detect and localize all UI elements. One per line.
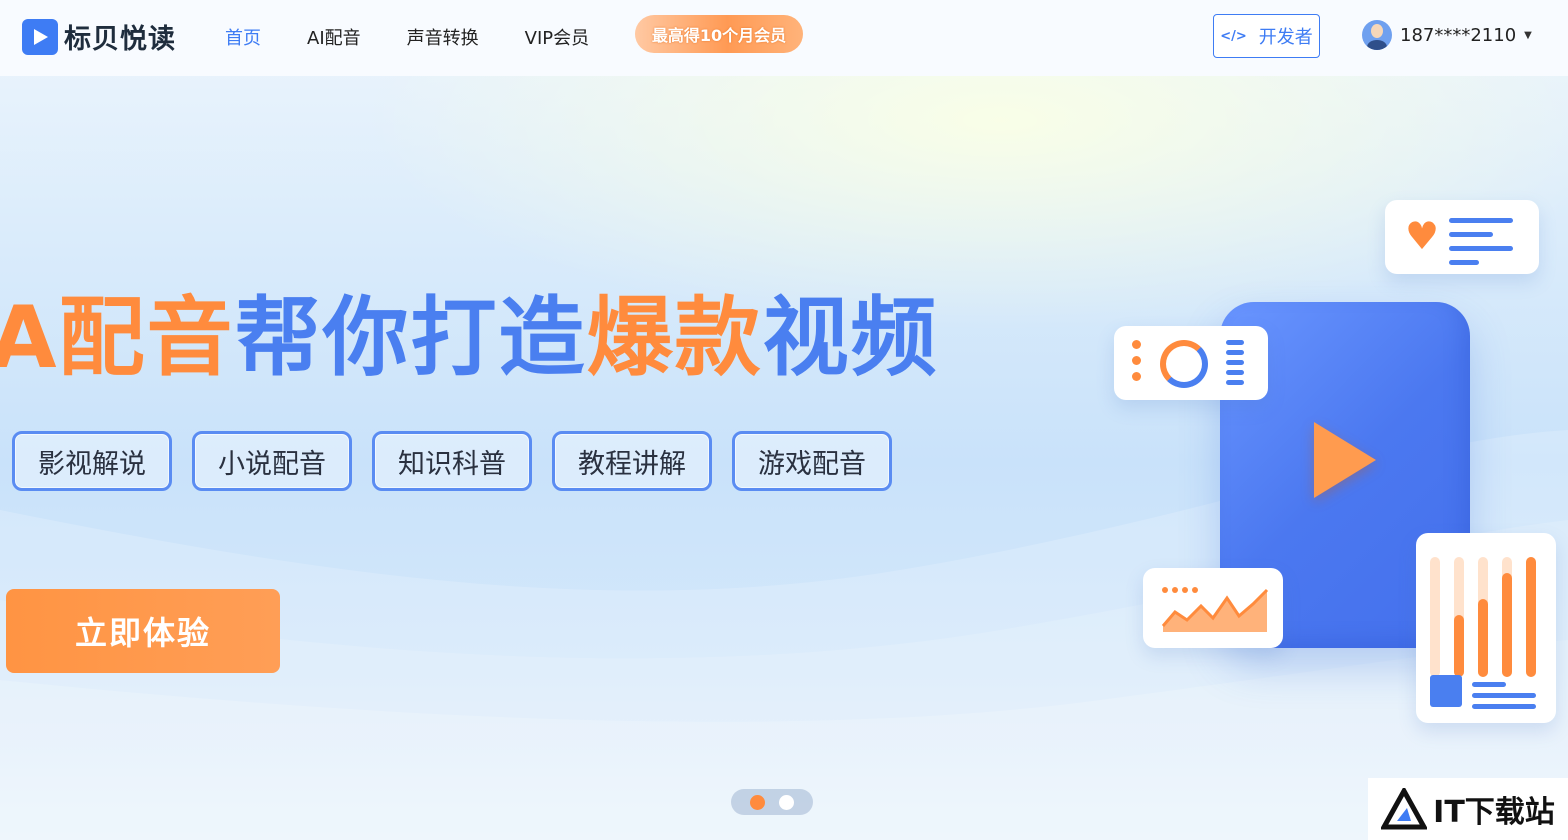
promo-badge[interactable]: 最高得10个月会员 [635, 15, 803, 53]
main-nav: 首页 AI配音 声音转换 VIP会员 [225, 24, 635, 50]
tag-novel-dubbing[interactable]: 小说配音 [192, 431, 352, 491]
ring-card [1114, 326, 1268, 400]
text-lines-icon [1449, 218, 1513, 274]
bar-icon [1454, 557, 1464, 677]
carousel-dot-active[interactable] [750, 795, 765, 810]
watermark: IT下载站 [1368, 778, 1568, 840]
headline-part: 爆款 [586, 288, 763, 388]
try-now-button[interactable]: 立即体验 [6, 589, 280, 673]
user-menu[interactable]: 187****2110 ▼ [1362, 20, 1532, 50]
headline-part: 视频 [762, 288, 939, 388]
hero-banner: A配音帮你打造爆款视频 影视解说 小说配音 知识科普 教程讲解 游戏配音 立即体… [0, 0, 1568, 840]
developer-button[interactable]: </> 开发者 [1213, 14, 1320, 58]
brand-logo[interactable]: 标贝悦读 [22, 17, 176, 56]
tag-game-dubbing[interactable]: 游戏配音 [732, 431, 892, 491]
carousel-indicator [731, 789, 813, 815]
square-icon [1430, 675, 1462, 707]
watermark-text: IT下载站 [1433, 795, 1555, 830]
hero-headline: A配音帮你打造爆款视频 [0, 288, 939, 388]
play-icon [1314, 422, 1376, 498]
nav-ai-dubbing[interactable]: AI配音 [307, 24, 361, 50]
carousel-dot[interactable] [779, 795, 794, 810]
bar-icon [1502, 557, 1512, 677]
dots-icon [1132, 340, 1141, 388]
tag-knowledge[interactable]: 知识科普 [372, 431, 532, 491]
tag-tutorial[interactable]: 教程讲解 [552, 431, 712, 491]
caret-down-icon: ▼ [1524, 29, 1532, 41]
code-icon: </> [1220, 28, 1247, 44]
user-phone: 187****2110 [1400, 24, 1517, 46]
watermark-logo-icon [1381, 788, 1428, 830]
headline-part: A配音 [0, 288, 235, 388]
bar-icon [1478, 557, 1488, 677]
tag-film-commentary[interactable]: 影视解说 [12, 431, 172, 491]
text-lines-icon [1472, 682, 1536, 709]
top-navbar: 标贝悦读 首页 AI配音 声音转换 VIP会员 最高得10个月会员 </> 开发… [0, 0, 1568, 76]
nav-voice-conversion[interactable]: 声音转换 [407, 24, 479, 50]
scenario-tags: 影视解说 小说配音 知识科普 教程讲解 游戏配音 [12, 431, 912, 491]
heart-card: ♥ [1385, 200, 1539, 274]
avatar [1362, 20, 1392, 50]
bar-icon [1526, 557, 1536, 677]
hero-illustration: ♥ [1100, 190, 1568, 750]
headline-part: 帮你打造 [234, 288, 587, 388]
heart-icon: ♥ [1405, 214, 1440, 258]
brand-name: 标贝悦读 [64, 24, 176, 55]
area-chart-icon [1161, 587, 1269, 632]
developer-label: 开发者 [1258, 27, 1313, 48]
bar-icon [1430, 557, 1440, 677]
area-chart-card [1143, 568, 1283, 648]
logo-play-icon [22, 18, 58, 55]
nav-vip[interactable]: VIP会员 [525, 24, 589, 50]
nav-home[interactable]: 首页 [225, 24, 261, 50]
donut-chart-icon [1160, 340, 1208, 388]
bar-chart-card [1416, 533, 1556, 723]
text-lines-icon [1226, 340, 1244, 390]
